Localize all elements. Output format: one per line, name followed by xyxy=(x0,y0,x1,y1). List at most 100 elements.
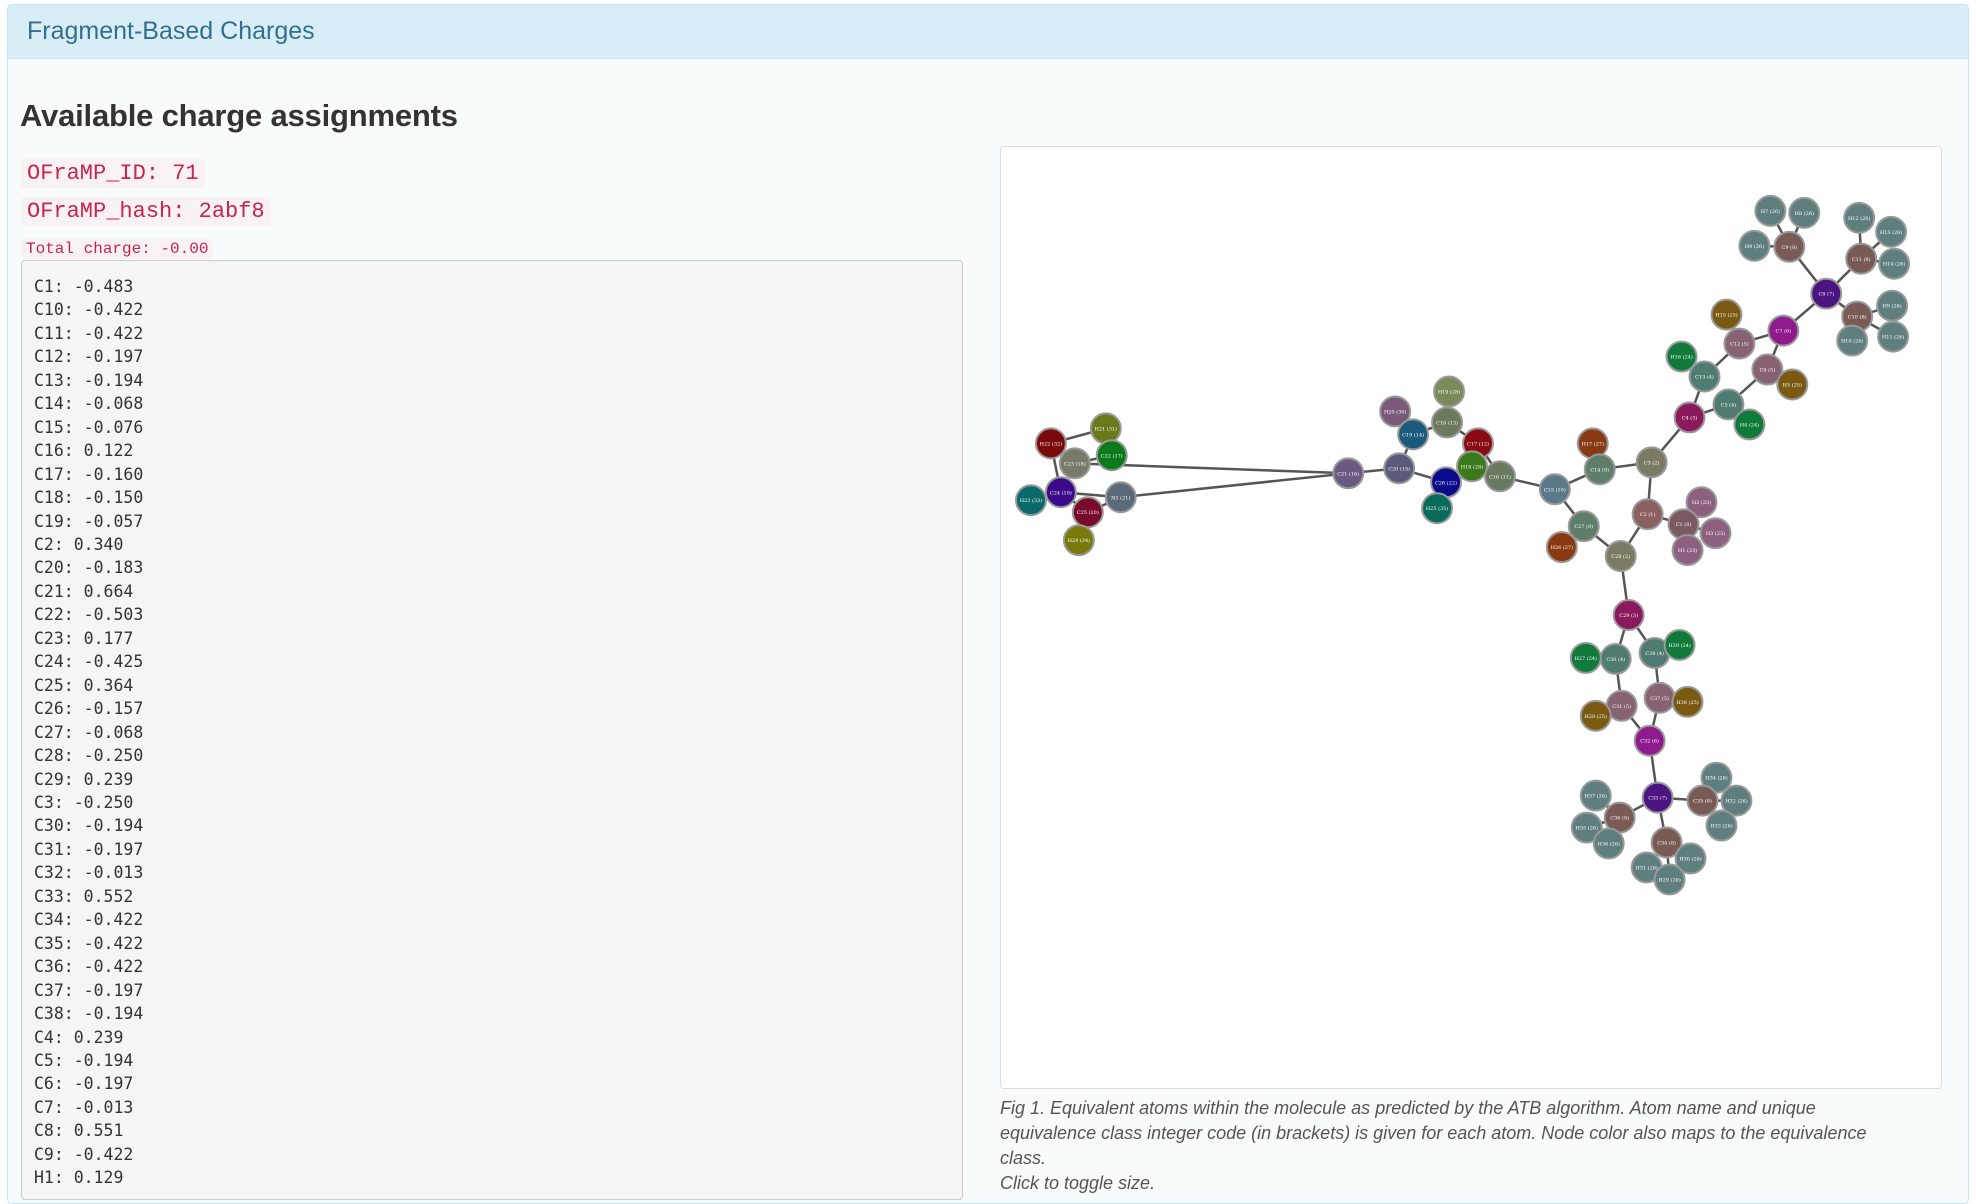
atom-node[interactable]: H29 (26) xyxy=(1653,863,1686,896)
atom-node[interactable]: C8 (7) xyxy=(1810,277,1843,310)
atom-label: H20 (30) xyxy=(1384,408,1406,415)
atom-label: H32 (26) xyxy=(1725,798,1747,805)
atom-node[interactable]: C15 (10) xyxy=(1538,473,1571,506)
atom-label: C34 (8) xyxy=(1657,840,1676,847)
atom-node[interactable]: C16 (11) xyxy=(1483,460,1516,493)
atom-node[interactable]: H11 (26) xyxy=(1877,320,1910,353)
charge-line: C17: -0.160 xyxy=(34,464,144,484)
atom-label: C23 (18) xyxy=(1064,460,1086,467)
atom-node[interactable]: C30 (4) xyxy=(1599,642,1632,675)
atom-label: H12 (26) xyxy=(1848,215,1870,222)
atom-node[interactable]: H36 (26) xyxy=(1592,827,1625,860)
atom-label: C4 (3) xyxy=(1682,414,1698,421)
atom-node[interactable]: N1 (21) xyxy=(1104,481,1137,514)
atom-node[interactable]: C29 (3) xyxy=(1612,599,1645,631)
atom-node[interactable]: C21 (16) xyxy=(1332,457,1365,490)
atom-node[interactable]: H4 (24) xyxy=(1733,408,1766,441)
atom-label: H21 (31) xyxy=(1095,425,1117,432)
oframp-hash: OFraMP_hash: 2abf8 xyxy=(21,197,271,226)
atom-node[interactable]: C22 (17) xyxy=(1095,439,1128,472)
atom-label: C8 (7) xyxy=(1818,291,1834,298)
atom-node[interactable]: C12 (5) xyxy=(1723,327,1756,360)
charge-line: C2: 0.340 xyxy=(34,534,124,554)
atom-node[interactable]: H24 (34) xyxy=(1062,524,1095,557)
atom-node[interactable]: C3 (2) xyxy=(1635,446,1668,479)
atom-label: C22 (17) xyxy=(1101,452,1123,459)
atom-node[interactable]: H27 (24) xyxy=(1569,641,1602,674)
charges-list[interactable]: C1: -0.483 C10: -0.422 C11: -0.422 C12: -0.… xyxy=(21,260,963,1200)
panel-heading: Fragment-Based Charges xyxy=(8,5,1968,59)
atom-node[interactable]: C24 (19) xyxy=(1044,476,1077,509)
charge-line: C25: 0.364 xyxy=(34,675,134,695)
atom-node[interactable]: C33 (7) xyxy=(1641,781,1674,814)
atom-node[interactable]: C20 (15) xyxy=(1383,452,1416,485)
atom-label: H23 (33) xyxy=(1020,497,1042,504)
atom-node[interactable]: C4 (3) xyxy=(1673,401,1706,434)
charge-line: C6: -0.197 xyxy=(34,1074,134,1094)
atom-node[interactable]: H28 (25) xyxy=(1579,699,1612,732)
atom-node[interactable]: C7 (6) xyxy=(1767,314,1800,347)
atom-node[interactable]: C35 (8) xyxy=(1686,784,1719,817)
charge-line: C33: 0.552 xyxy=(34,886,134,906)
charge-line: H1: 0.129 xyxy=(34,1168,124,1188)
atom-label: C28 (2) xyxy=(1611,553,1630,560)
charge-line: C18: -0.150 xyxy=(34,488,144,508)
atom-node[interactable]: H13 (26) xyxy=(1875,215,1908,248)
atom-node[interactable]: C32 (6) xyxy=(1633,724,1666,757)
atom-node[interactable]: H15 (25) xyxy=(1710,298,1743,331)
charge-line: C24: -0.425 xyxy=(34,652,144,672)
atom-node[interactable]: C25 (20) xyxy=(1071,496,1104,529)
charge-line: C12: -0.197 xyxy=(34,347,144,367)
toggle-size-link[interactable]: Click to toggle size. xyxy=(1000,1171,1880,1196)
atom-node[interactable]: H26 (27) xyxy=(1545,531,1578,564)
charge-line: C11: -0.422 xyxy=(34,323,144,343)
atom-node[interactable]: C13 (4) xyxy=(1688,360,1721,393)
atom-node[interactable]: C19 (14) xyxy=(1397,418,1430,451)
atom-node[interactable]: C23 (18) xyxy=(1058,447,1091,480)
atom-node[interactable]: C37 (5) xyxy=(1643,681,1676,714)
atom-node[interactable]: H9 (26) xyxy=(1876,289,1909,322)
atom-node[interactable]: H21 (31) xyxy=(1089,412,1122,445)
atom-node[interactable]: H12 (26) xyxy=(1843,201,1876,234)
atom-node[interactable]: H3 (23) xyxy=(1699,517,1732,550)
atom-node[interactable]: H39 (24) xyxy=(1663,628,1696,661)
atom-node[interactable]: C2 (1) xyxy=(1631,498,1664,531)
atom-label: H9 (26) xyxy=(1745,243,1764,250)
molecule-graph[interactable]: H7 (26) H8 (26) H9 (26) C9 (8) H12 (26) H13 (… xyxy=(1000,146,1942,1089)
atom-node[interactable]: H8 (26) xyxy=(1788,196,1821,229)
atom-node[interactable]: H33 (26) xyxy=(1705,809,1738,842)
atom-node[interactable]: H18 (28) xyxy=(1456,450,1488,483)
atom-node[interactable]: H7 (26) xyxy=(1754,194,1787,227)
atom-label: C11 (8) xyxy=(1852,256,1871,263)
atom-label: C6 (5) xyxy=(1760,367,1776,374)
charge-line: C5: -0.194 xyxy=(34,1050,134,1070)
atom-node[interactable]: H25 (35) xyxy=(1421,492,1454,525)
atom-node[interactable]: H37 (26) xyxy=(1579,779,1612,812)
molecule-svg[interactable]: H7 (26) H8 (26) H9 (26) C9 (8) H12 (26) H13 (… xyxy=(1001,147,1941,1088)
atom-node[interactable]: H23 (33) xyxy=(1014,484,1047,517)
atom-node[interactable]: H9 (26) xyxy=(1738,229,1771,262)
atom-node[interactable]: H14 (26) xyxy=(1878,247,1911,280)
atom-label: H33 (26) xyxy=(1710,823,1732,830)
atom-label: C5 (4) xyxy=(1721,401,1737,408)
atom-label: H22 (32) xyxy=(1040,440,1062,447)
atom-node[interactable]: H22 (32) xyxy=(1034,427,1067,460)
atom-label: H13 (26) xyxy=(1880,229,1902,236)
atom-node[interactable]: C1 (0) xyxy=(1667,508,1700,541)
atom-node[interactable]: C18 (13) xyxy=(1431,406,1464,439)
atom-label: H2 (23) xyxy=(1692,499,1711,506)
atom-label: H8 (26) xyxy=(1795,210,1814,217)
atom-node[interactable]: H38 (25) xyxy=(1671,685,1704,718)
atom-node[interactable]: H1 (23) xyxy=(1671,534,1704,567)
charge-line: C4: 0.239 xyxy=(34,1027,124,1047)
atom-node[interactable]: H19 (28) xyxy=(1433,375,1466,408)
atom-label: C18 (13) xyxy=(1436,419,1458,426)
atom-node[interactable]: C11 (8) xyxy=(1845,242,1878,275)
bond-layer xyxy=(1030,210,1895,880)
atom-node[interactable]: C28 (2) xyxy=(1604,540,1637,573)
atom-node[interactable]: H5 (25) xyxy=(1776,368,1809,401)
atom-node[interactable]: C14 (9) xyxy=(1583,453,1616,486)
atom-node[interactable]: C9 (8) xyxy=(1773,230,1806,263)
atom-node[interactable]: H10 (26) xyxy=(1836,324,1869,357)
atom-label: C19 (14) xyxy=(1402,431,1424,438)
